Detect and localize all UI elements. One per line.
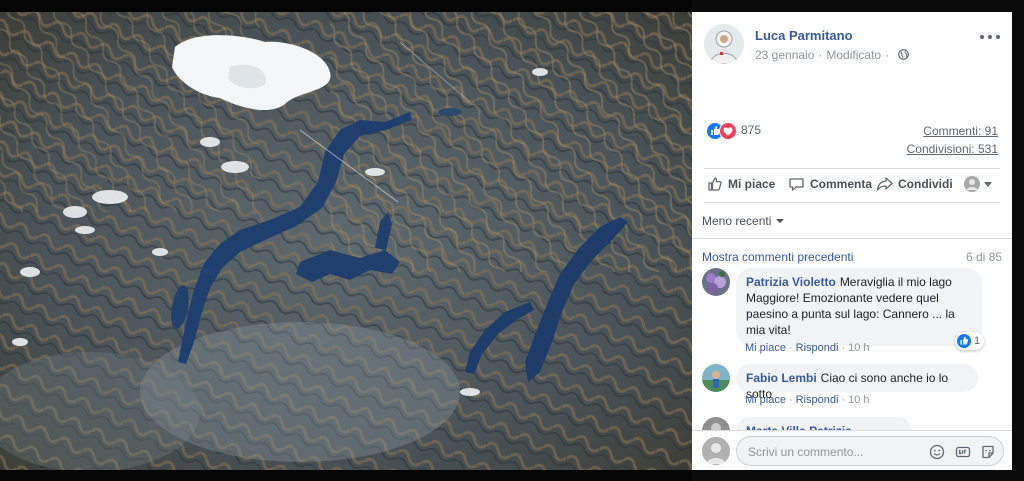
reactions-count[interactable]: 875 bbox=[741, 123, 761, 137]
author-name[interactable]: Luca Parmitano bbox=[755, 28, 853, 43]
comments-count-link[interactable]: Commenti: 91 bbox=[923, 124, 998, 138]
post-stats: 875 Commenti: 91 Condivisioni: 531 bbox=[704, 120, 1000, 164]
comment-time[interactable]: 10 h bbox=[848, 394, 869, 406]
commenter-avatar[interactable] bbox=[702, 364, 730, 392]
reaction-icons[interactable] bbox=[706, 122, 740, 140]
sticker-icon[interactable] bbox=[980, 444, 996, 460]
comment-icon bbox=[789, 178, 804, 191]
separator: · bbox=[788, 394, 793, 406]
viewer-avatar bbox=[702, 437, 730, 465]
comment-sort-dropdown[interactable]: Meno recenti bbox=[702, 214, 785, 228]
comment-bubble: Fabio Lembi Ciao ci sono anche io lo sott… bbox=[736, 364, 978, 401]
comment-time[interactable]: 10 h bbox=[848, 342, 869, 354]
comment-like-link[interactable]: Mi piace bbox=[745, 342, 786, 354]
divider bbox=[692, 238, 1012, 239]
comment-reply-link[interactable]: Rispondi bbox=[796, 342, 839, 354]
comment-item: Patrizia Violetto Meraviglia il mio lago … bbox=[702, 268, 1002, 358]
post-actions: Mi piace Commenta Condividi bbox=[704, 172, 1000, 196]
separator: · bbox=[841, 342, 846, 354]
divider bbox=[704, 168, 1000, 169]
chevron-down-icon bbox=[776, 219, 785, 223]
post-edited[interactable]: Modificato bbox=[826, 48, 881, 62]
post-date[interactable]: 23 gennaio bbox=[755, 48, 814, 62]
comment-placeholder: Scrivi un commento... bbox=[748, 445, 864, 459]
post-as-selector[interactable] bbox=[964, 175, 998, 193]
commenter-name[interactable]: Fabio Lembi bbox=[746, 371, 817, 385]
commenter-avatar[interactable] bbox=[702, 268, 730, 296]
like-icon bbox=[957, 334, 971, 348]
post-side-panel: Luca Parmitano 23 gennaio · Modificato · 87… bbox=[692, 12, 1012, 470]
comment-item: Fabio Lembi Ciao ci sono anche io lo sott… bbox=[702, 364, 1002, 410]
comment-reactions[interactable]: 1 bbox=[955, 332, 985, 350]
comment-label: Commenta bbox=[810, 177, 873, 191]
love-icon bbox=[719, 122, 737, 140]
comment-actions: Mi piace · Rispondi · 10 h bbox=[745, 342, 870, 354]
like-button[interactable]: Mi piace bbox=[707, 175, 775, 193]
satellite-photo[interactable] bbox=[0, 12, 692, 470]
comment-reaction-count: 1 bbox=[974, 335, 981, 347]
comment-button[interactable]: Commenta bbox=[788, 175, 872, 193]
sort-label: Meno recenti bbox=[702, 214, 772, 228]
separator: · bbox=[788, 342, 793, 354]
comment-actions: Mi piace · Rispondi · 10 h bbox=[745, 394, 870, 406]
show-previous-comments[interactable]: Mostra commenti precedenti bbox=[702, 250, 853, 264]
commenter-name[interactable]: Patrizia Violetto bbox=[746, 275, 836, 289]
gif-icon[interactable] bbox=[955, 444, 971, 460]
thumb-icon bbox=[708, 177, 722, 191]
share-label: Condividi bbox=[898, 177, 953, 191]
meta-separator: · bbox=[818, 48, 823, 62]
author-avatar[interactable] bbox=[704, 24, 744, 64]
comment-reply-link[interactable]: Rispondi bbox=[796, 394, 839, 406]
comment-input[interactable]: Scrivi un commento... bbox=[736, 436, 1004, 466]
emoji-icon[interactable] bbox=[929, 444, 945, 460]
more-icon[interactable] bbox=[980, 30, 1000, 44]
comment-bubble: Patrizia Violetto Meraviglia il mio lago … bbox=[736, 268, 982, 346]
meta-separator: · bbox=[885, 48, 890, 62]
post-meta: 23 gennaio · Modificato · bbox=[755, 48, 909, 62]
share-icon bbox=[876, 177, 893, 191]
comment-like-link[interactable]: Mi piace bbox=[745, 394, 786, 406]
divider bbox=[704, 202, 1000, 203]
viewer-avatar bbox=[964, 176, 980, 192]
comment-composer: Scrivi un commento... bbox=[692, 430, 1012, 470]
shares-count-link[interactable]: Condivisioni: 531 bbox=[907, 142, 998, 156]
share-button[interactable]: Condividi bbox=[876, 175, 953, 193]
photo-viewer bbox=[0, 0, 692, 481]
post-header: Luca Parmitano 23 gennaio · Modificato · bbox=[704, 24, 1000, 68]
chevron-down-icon bbox=[984, 181, 992, 187]
globe-icon[interactable] bbox=[898, 49, 909, 60]
like-label: Mi piace bbox=[728, 177, 776, 191]
comments-shown-count: 6 di 85 bbox=[965, 250, 1002, 264]
separator: · bbox=[841, 394, 846, 406]
